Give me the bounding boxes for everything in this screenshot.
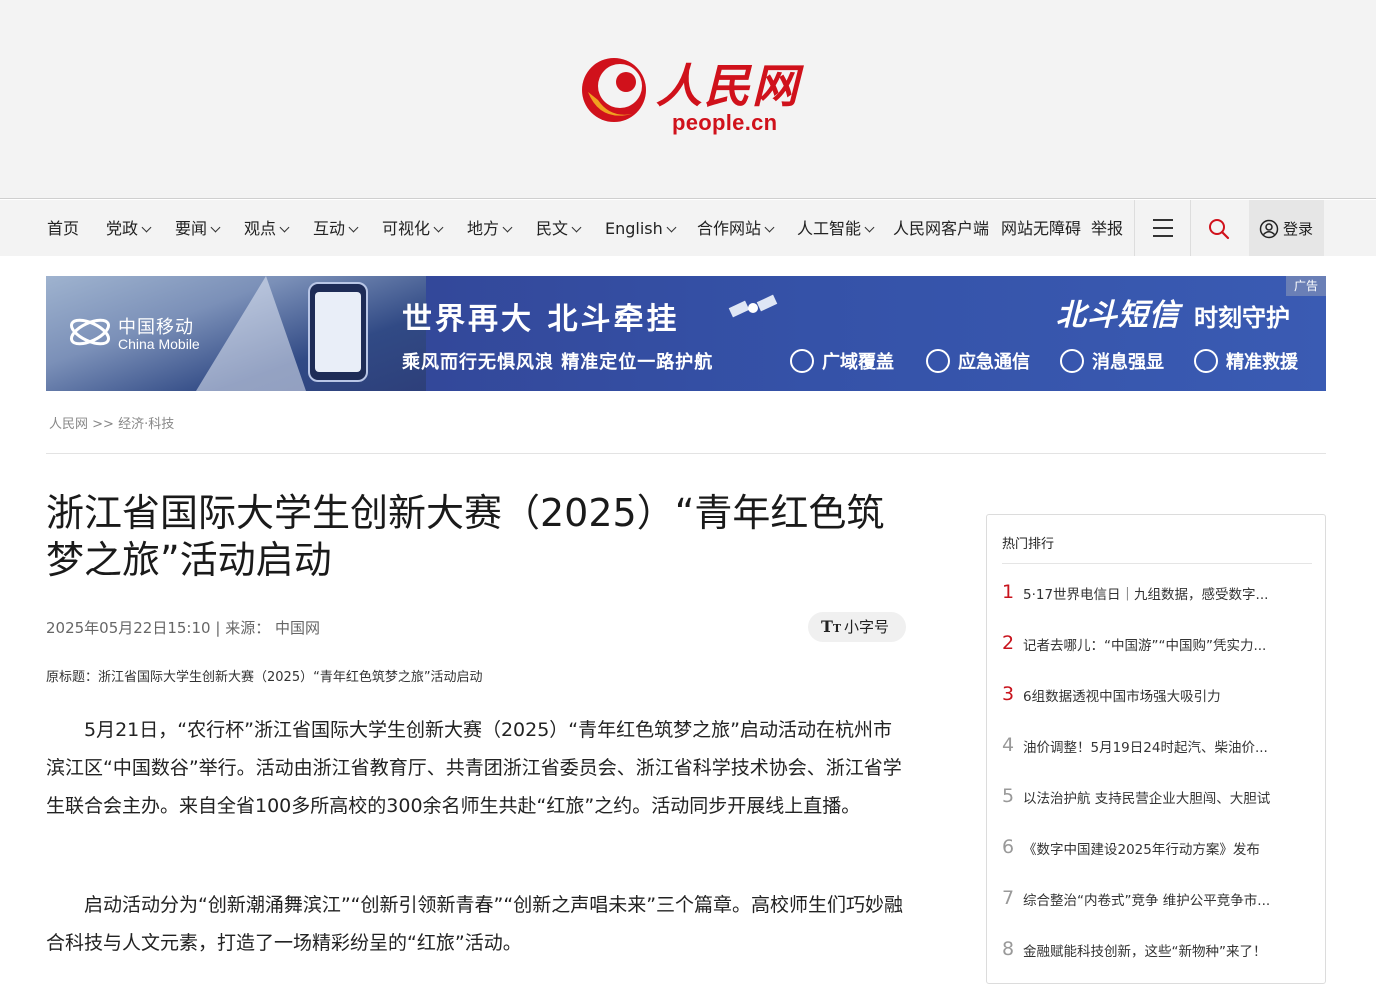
hot-ranking-panel: 热门排行 1 5·17世界电信日｜九组数据，感受数字... 2 记者去哪儿：“中…: [986, 514, 1326, 984]
article-paragraph: 启动活动分为“创新潮涌舞滨江”“创新引领新青春”“创新之声唱未来”三个篇章。高校…: [46, 894, 904, 954]
ranking-link[interactable]: 《数字中国建设2025年行动方案》发布: [1023, 838, 1308, 858]
article-datetime: 2025年05月22日15:10: [46, 619, 211, 637]
original-title: 原标题：浙江省国际大学生创新大赛（2025）“青年红色筑梦之旅”活动启动: [46, 670, 483, 685]
ranking-item[interactable]: 8 金融赋能科技创新，这些“新物种”来了！: [1002, 938, 1312, 968]
chevron-down-icon: [764, 222, 775, 233]
ad-headline: 世界再大 北斗牵挂: [402, 302, 680, 337]
ad-tag: 广告: [1286, 276, 1326, 296]
font-size-toggle-button[interactable]: TT 小字号: [808, 612, 906, 642]
login-button[interactable]: 登录: [1249, 200, 1324, 256]
breadcrumb-home[interactable]: 人民网: [49, 417, 88, 432]
ranking-link[interactable]: 5·17世界电信日｜九组数据，感受数字...: [1023, 583, 1308, 603]
ranking-link[interactable]: 以法治护航 支持民营企业大胆闯、大胆试: [1023, 787, 1308, 807]
rank-number: 1: [1002, 581, 1015, 603]
chevron-down-icon: [571, 222, 582, 233]
sos-icon: [1194, 349, 1218, 373]
ad-brand-en: China Mobile: [118, 336, 200, 352]
ranking-link[interactable]: 油价调整！5月19日24时起汽、柴油价...: [1023, 736, 1308, 756]
nav-item-report[interactable]: 举报: [1091, 200, 1123, 256]
nav-item-visual[interactable]: 可视化: [382, 200, 444, 256]
ranking-item[interactable]: 1 5·17世界电信日｜九组数据，感受数字...: [1002, 581, 1312, 611]
rank-number: 6: [1002, 836, 1015, 858]
rank-number: 7: [1002, 887, 1015, 909]
ranking-item[interactable]: 3 6组数据透视中国市场强大吸引力: [1002, 683, 1312, 713]
ranking-link[interactable]: 综合整治“内卷式”竞争 维护公平竞争市...: [1023, 889, 1308, 909]
chevron-down-icon: [433, 222, 444, 233]
ad-sail-shape: [196, 276, 306, 391]
site-header: 人民网 people.cn: [0, 0, 1376, 199]
text-size-icon: TT: [821, 617, 842, 636]
rank-number: 3: [1002, 683, 1015, 705]
nav-item-news[interactable]: 要闻: [175, 200, 221, 256]
search-icon[interactable]: [1208, 218, 1230, 240]
china-mobile-logo-icon: [69, 318, 111, 346]
logo-text-cn: 人民网: [656, 59, 800, 113]
satellite-icon: [728, 294, 778, 318]
phone-icon: [926, 349, 950, 373]
nav-item-home[interactable]: 首页: [47, 200, 79, 256]
article-paragraph: 5月21日，“农行杯”浙江省国际大学生创新大赛（2025）“青年红色筑梦之旅”启…: [46, 719, 902, 817]
nav-item-accessibility[interactable]: 网站无障碍: [1001, 200, 1081, 256]
font-size-label: 小字号: [844, 618, 890, 636]
ad-feature-rescue: 精准救援: [1194, 348, 1298, 374]
article-title: 浙江省国际大学生创新大赛（2025）“青年红色筑梦之旅”活动启动: [46, 491, 885, 582]
divider: [46, 453, 1326, 454]
rank-number: 5: [1002, 785, 1015, 807]
nav-item-minwen[interactable]: 民文: [536, 200, 582, 256]
meta-sep: |: [215, 619, 221, 637]
ranking-link[interactable]: 金融赋能科技创新，这些“新物种”来了！: [1023, 940, 1308, 960]
message-icon: [1060, 349, 1084, 373]
article-source-link[interactable]: 中国网: [275, 619, 320, 637]
ranking-item[interactable]: 6 《数字中国建设2025年行动方案》发布: [1002, 836, 1312, 866]
ad-right-headline: 北斗短信: [1056, 298, 1180, 333]
ad-feature-emergency: 应急通信: [926, 348, 1030, 374]
rank-number: 4: [1002, 734, 1015, 756]
ranking-item[interactable]: 5 以法治护航 支持民营企业大胆闯、大胆试: [1002, 785, 1312, 815]
nav-item-app[interactable]: 人民网客户端: [893, 200, 989, 256]
nav-item-party[interactable]: 党政: [106, 200, 152, 256]
rank-number: 2: [1002, 632, 1015, 654]
chevron-down-icon: [279, 222, 290, 233]
ranking-item[interactable]: 7 综合整治“内卷式”竞争 维护公平竞争市...: [1002, 887, 1312, 917]
rank-number: 8: [1002, 938, 1015, 960]
logo-domain: people.cn: [672, 110, 778, 135]
globe-icon: [790, 349, 814, 373]
ranking-link[interactable]: 6组数据透视中国市场强大吸引力: [1023, 685, 1308, 705]
ranking-item[interactable]: 4 油价调整！5月19日24时起汽、柴油价...: [1002, 734, 1312, 764]
breadcrumb-section[interactable]: 经济·科技: [118, 417, 174, 432]
ad-feature-coverage: 广域覆盖: [790, 348, 894, 374]
ranking-link[interactable]: 记者去哪儿：“中国游”“中国购”凭实力...: [1023, 634, 1308, 654]
chevron-down-icon: [210, 222, 221, 233]
source-label: 来源：: [225, 619, 271, 637]
ad-right-headline-2: 时刻守护: [1194, 304, 1290, 332]
nav-item-partners[interactable]: 合作网站: [697, 200, 775, 256]
main-nav: 首页 党政 要闻 观点 互动 可视化 地方 民文 English 合作网站 人工…: [0, 200, 1376, 256]
breadcrumb-sep: >>: [92, 417, 114, 432]
ad-feature-message: 消息强显: [1060, 348, 1164, 374]
article-meta: 2025年05月22日15:10 | 来源： 中国网: [46, 617, 320, 638]
nav-item-opinion[interactable]: 观点: [244, 200, 290, 256]
ad-banner[interactable]: 中国移动 China Mobile 世界再大 北斗牵挂 乘风而行无惧风浪 精准定…: [46, 276, 1326, 391]
nav-divider: [1134, 200, 1135, 256]
chevron-down-icon: [666, 222, 677, 233]
ranking-item[interactable]: 2 记者去哪儿：“中国游”“中国购”凭实力...: [1002, 632, 1312, 662]
divider: [1002, 563, 1312, 564]
hamburger-icon[interactable]: [1153, 219, 1173, 237]
user-circle-icon: [1259, 219, 1279, 239]
hot-ranking-title: 热门排行: [1002, 537, 1055, 552]
chevron-down-icon: [502, 222, 513, 233]
ad-phone-image: [308, 282, 368, 382]
nav-item-interact[interactable]: 互动: [313, 200, 359, 256]
nav-item-english[interactable]: English: [605, 200, 677, 256]
chevron-down-icon: [348, 222, 359, 233]
nav-item-local[interactable]: 地方: [467, 200, 513, 256]
nav-divider: [1190, 200, 1191, 256]
ad-subline: 乘风而行无惧风浪 精准定位一路护航: [402, 352, 714, 373]
chevron-down-icon: [141, 222, 152, 233]
nav-item-ai[interactable]: 人工智能: [797, 200, 875, 256]
chevron-down-icon: [864, 222, 875, 233]
breadcrumb: 人民网 >> 经济·科技: [49, 413, 174, 432]
login-label: 登录: [1283, 220, 1314, 238]
